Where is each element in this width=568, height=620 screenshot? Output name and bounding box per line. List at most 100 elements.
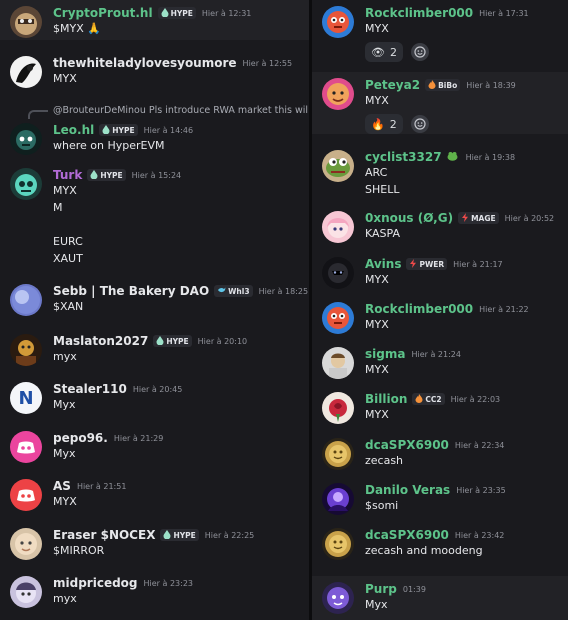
purp-avatar[interactable] [322, 582, 354, 614]
guild-tag[interactable]: Whl3 [214, 285, 253, 297]
teal-robot-avatar[interactable] [10, 168, 42, 200]
timestamp[interactable]: Hier à 21:24 [411, 350, 461, 359]
mask-avatar[interactable] [10, 6, 42, 38]
chat-message[interactable]: sigma Hier à 21:24 MYX [312, 341, 568, 383]
n-logo-avatar[interactable]: N [10, 382, 42, 414]
chat-message[interactable]: Peteya2 BiBo Hier à 18:39 MYX 🔥 2 [312, 72, 568, 134]
gradient-avatar[interactable] [10, 284, 42, 316]
username[interactable]: Avins [365, 257, 401, 271]
chat-message[interactable]: Maslaton2027 HYPE Hier à 20:10 myx [0, 328, 309, 368]
guild-tag[interactable]: HYPE [160, 529, 199, 541]
username[interactable]: Stealer110 [53, 382, 127, 396]
username[interactable]: Purp [365, 582, 397, 596]
reply-preview[interactable]: @BrouteurDeMinou Pls introduce RWA marke… [53, 105, 308, 116]
username[interactable]: Billion [365, 392, 407, 406]
add-reaction-icon[interactable] [411, 115, 429, 133]
guild-tag[interactable]: BiBo [425, 79, 461, 91]
chat-message[interactable]: 0xnous (Ø,G) MAGE Hier à 20:52 KASPA [312, 205, 568, 247]
username[interactable]: Danilo Veras [365, 483, 450, 497]
chat-message[interactable]: Danilo Veras Hier à 23:35 $somi [312, 477, 568, 521]
timestamp[interactable]: Hier à 21:22 [479, 305, 529, 314]
timestamp[interactable]: Hier à 20:52 [505, 214, 555, 223]
chat-message[interactable]: CryptoProut.hl HYPE Hier à 12:31 $MYX 🙏 [0, 0, 309, 40]
face-avatar[interactable] [10, 528, 42, 560]
discord-red-avatar[interactable] [10, 479, 42, 511]
timestamp[interactable]: Hier à 22:03 [451, 395, 501, 404]
timestamp[interactable]: Hier à 22:25 [205, 531, 255, 540]
pepe-avatar[interactable] [322, 150, 354, 182]
chat-message[interactable]: @BrouteurDeMinou Pls introduce RWA marke… [0, 100, 309, 156]
chat-message[interactable]: Avins PWER Hier à 21:17 MYX [312, 251, 568, 293]
chat-message[interactable]: Rockclimber000 Hier à 21:22 MYX [312, 296, 568, 338]
chat-message[interactable]: Billion CC2 Hier à 22:03 MYX [312, 386, 568, 430]
timestamp[interactable]: Hier à 12:55 [243, 59, 293, 68]
timestamp[interactable]: 01:39 [403, 585, 426, 594]
guild-tag[interactable]: HYPE [99, 124, 138, 136]
reaction-chip[interactable]: 🔥 2 [365, 114, 403, 134]
username[interactable]: Leo.hl [53, 123, 94, 137]
timestamp[interactable]: Hier à 23:35 [456, 486, 506, 495]
username[interactable]: 0xnous (Ø,G) [365, 211, 453, 225]
guild-tag[interactable]: HYPE [157, 7, 196, 19]
username[interactable]: Eraser $NOCEX [53, 528, 155, 542]
guild-tag[interactable]: HYPE [87, 169, 126, 181]
chat-message[interactable]: pepo96. Hier à 21:29 Myx [0, 425, 309, 465]
rose-avatar[interactable] [322, 392, 354, 424]
timestamp[interactable]: Hier à 14:46 [144, 126, 194, 135]
add-reaction-icon[interactable] [411, 43, 429, 61]
chat-message[interactable]: Purp 01:39 Myx [312, 576, 568, 620]
chat-message[interactable]: Rockclimber000 Hier à 17:31 MYX 👁 2 [312, 0, 568, 62]
purple-avatar[interactable] [322, 483, 354, 515]
timestamp[interactable]: Hier à 23:42 [455, 531, 505, 540]
timestamp[interactable]: Hier à 19:38 [466, 153, 516, 162]
anime-avatar[interactable] [10, 576, 42, 608]
chat-message[interactable]: Turk HYPE Hier à 15:24 MYX M EURC XAUT [0, 162, 309, 268]
ink-avatar[interactable] [10, 56, 42, 88]
timestamp[interactable]: Hier à 20:45 [133, 385, 183, 394]
timestamp[interactable]: Hier à 20:10 [198, 337, 248, 346]
guild-tag[interactable] [447, 151, 460, 163]
username[interactable]: cyclist3327 [365, 150, 442, 164]
chat-message[interactable]: cyclist3327 Hier à 19:38 ARC SHELL [312, 144, 568, 202]
reaction-chip[interactable]: 👁 2 [365, 42, 403, 62]
chat-message[interactable]: Eraser $NOCEX HYPE Hier à 22:25 $MIRROR [0, 522, 309, 562]
chat-message[interactable]: AS Hier à 21:51 MYX [0, 473, 309, 513]
coin-avatar[interactable] [322, 528, 354, 560]
discord-pink-avatar[interactable] [10, 431, 42, 463]
timestamp[interactable]: Hier à 12:31 [202, 9, 252, 18]
username[interactable]: midpricedog [53, 576, 138, 590]
timestamp[interactable]: Hier à 15:24 [132, 171, 182, 180]
sigma-avatar[interactable] [322, 347, 354, 379]
timestamp[interactable]: Hier à 22:34 [455, 441, 505, 450]
rock-avatar[interactable] [322, 6, 354, 38]
timestamp[interactable]: Hier à 23:23 [144, 579, 194, 588]
username[interactable]: Rockclimber000 [365, 302, 473, 316]
guild-tag[interactable]: MAGE [458, 212, 499, 224]
username[interactable]: Maslaton2027 [53, 334, 148, 348]
username[interactable]: AS [53, 479, 71, 493]
guild-tag[interactable]: CC2 [412, 393, 445, 405]
username[interactable]: sigma [365, 347, 405, 361]
guild-tag[interactable]: HYPE [153, 335, 192, 347]
username[interactable]: pepo96. [53, 431, 108, 445]
timestamp[interactable]: Hier à 17:31 [479, 9, 529, 18]
username[interactable]: dcaSPX6900 [365, 528, 449, 542]
timestamp[interactable]: Hier à 21:29 [114, 434, 164, 443]
username[interactable]: CryptoProut.hl [53, 6, 153, 20]
chat-message[interactable]: dcaSPX6900 Hier à 23:42 zecash and moodeng [312, 522, 568, 566]
pink-avatar[interactable] [322, 78, 354, 110]
username[interactable]: Rockclimber000 [365, 6, 473, 20]
username[interactable]: Sebb | The Bakery DAO [53, 284, 209, 298]
username[interactable]: thewhiteladylovesyoumore [53, 56, 237, 70]
timestamp[interactable]: Hier à 18:39 [466, 81, 516, 90]
chat-message[interactable]: Sebb | The Bakery DAO Whl3 Hier à 18:25 $XA… [0, 278, 309, 318]
chat-message[interactable]: N Stealer110 Hier à 20:45 Myx [0, 376, 309, 416]
rock-avatar[interactable] [322, 302, 354, 334]
username[interactable]: Turk [53, 168, 82, 182]
timestamp[interactable]: Hier à 21:51 [77, 482, 127, 491]
coin-avatar[interactable] [322, 438, 354, 470]
chat-message[interactable]: dcaSPX6900 Hier à 22:34 zecash [312, 432, 568, 476]
timestamp[interactable]: Hier à 18:25 [259, 287, 309, 296]
guild-tag[interactable]: PWER [406, 258, 448, 270]
username[interactable]: dcaSPX6900 [365, 438, 449, 452]
